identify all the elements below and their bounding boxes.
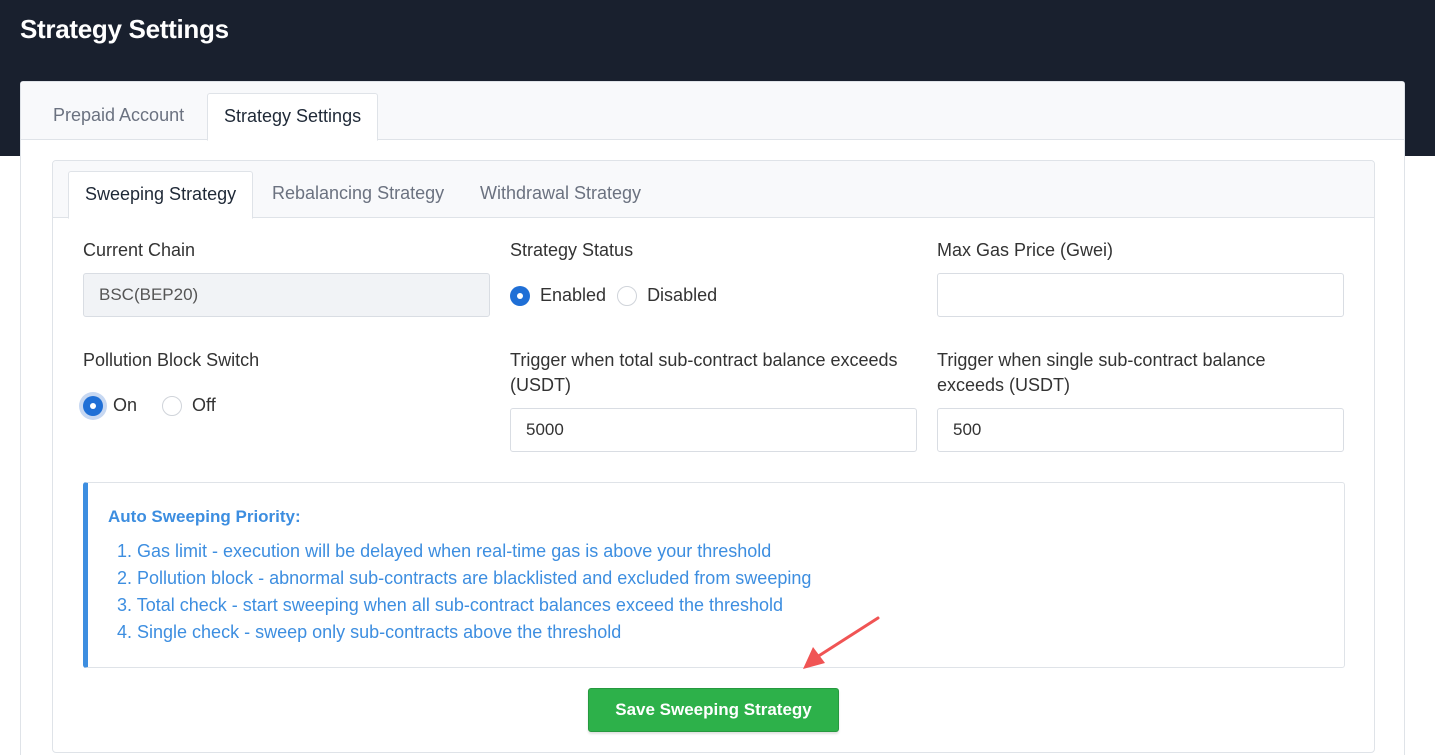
priority-item: 4. Single check - sweep only sub-contrac… (117, 622, 622, 642)
current-chain-label: Current Chain (83, 240, 196, 260)
priority-item: 1. Gas limit - execution will be delayed… (117, 541, 772, 561)
total-trigger-input[interactable]: 5000 (510, 408, 917, 452)
tab-strategy-settings[interactable]: Strategy Settings (207, 93, 379, 141)
priority-item: 2. Pollution block - abnormal sub-contra… (117, 568, 812, 588)
tab-withdrawal-strategy[interactable]: Withdrawal Strategy (464, 171, 657, 218)
single-trigger-label-line2: exceeds (USDT) (937, 375, 1071, 395)
strategy-status-label: Strategy Status (510, 240, 634, 260)
pollution-block-label: Pollution Block Switch (83, 350, 260, 370)
pollution-off-radio[interactable]: Off (162, 395, 216, 416)
main-tabbar: Prepaid Account Strategy Settings (21, 82, 1404, 141)
priority-title: Auto Sweeping Priority: (108, 507, 301, 526)
settings-card: Prepaid Account Strategy Settings Sweepi… (20, 81, 1405, 755)
page-title: Strategy Settings (20, 14, 229, 44)
max-gas-price-label: Max Gas Price (Gwei) (937, 240, 1114, 260)
status-enabled-radio[interactable]: Enabled (510, 285, 606, 306)
single-trigger-label-line1: Trigger when single sub-contract balance (937, 350, 1266, 370)
total-trigger-label: Trigger when total sub-contract balance … (510, 348, 898, 398)
total-trigger-label-line1: Trigger when total sub-contract balance … (510, 350, 898, 370)
single-trigger-label: Trigger when single sub-contract balance… (937, 348, 1266, 398)
tab-prepaid-account[interactable]: Prepaid Account (37, 93, 200, 140)
priority-info-box: Auto Sweeping Priority: 1. Gas limit - e… (83, 482, 1345, 668)
pollution-off-label: Off (192, 395, 216, 415)
strategy-tabbar: Sweeping Strategy Rebalancing Strategy W… (53, 161, 1374, 219)
radio-unchecked-icon (162, 395, 183, 416)
radio-unchecked-icon (617, 285, 638, 306)
status-disabled-radio[interactable]: Disabled (617, 285, 717, 306)
strategy-card: Sweeping Strategy Rebalancing Strategy W… (52, 160, 1375, 753)
save-sweeping-strategy-button[interactable]: Save Sweeping Strategy (588, 688, 839, 732)
status-enabled-label: Enabled (540, 285, 607, 305)
pollution-block-radio-group: On Off (83, 395, 227, 416)
single-trigger-input[interactable]: 500 (937, 408, 1344, 452)
max-gas-price-input[interactable] (937, 273, 1344, 317)
status-disabled-label: Disabled (647, 285, 718, 305)
radio-checked-icon (83, 395, 103, 416)
priority-item: 3. Total check - start sweeping when all… (117, 595, 784, 615)
current-chain-field: BSC(BEP20) (83, 273, 490, 317)
pollution-on-label: On (113, 395, 138, 415)
tab-sweeping-strategy[interactable]: Sweeping Strategy (68, 171, 254, 219)
total-trigger-label-line2: (USDT) (510, 375, 571, 395)
tab-rebalancing-strategy[interactable]: Rebalancing Strategy (256, 171, 460, 218)
pollution-on-radio[interactable]: On (83, 395, 137, 416)
radio-checked-icon (510, 285, 530, 306)
priority-list: 1. Gas limit - execution will be delayed… (117, 538, 811, 646)
strategy-status-radio-group: Enabled Disabled (510, 285, 728, 306)
annotation-arrow-icon (803, 616, 880, 669)
